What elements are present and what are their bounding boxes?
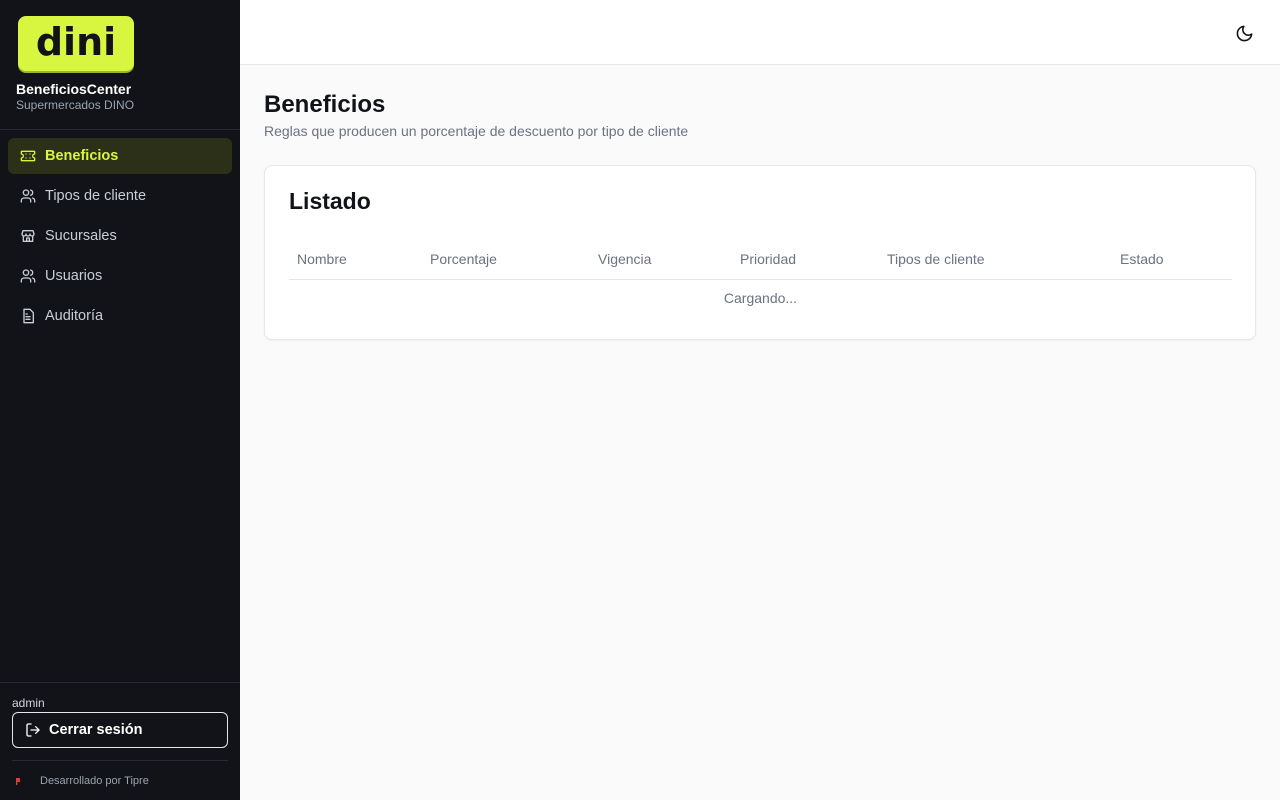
column-header-estado[interactable]: Estado [1112,239,1232,280]
column-header-tipos-de-cliente[interactable]: Tipos de cliente [879,239,1112,280]
sidebar-item-label: Tipos de cliente [45,188,147,204]
users-icon [20,269,36,283]
store-icon [21,230,35,242]
logout-button[interactable]: Cerrar sesión [12,712,228,748]
sidebar-item-label: Usuarios [45,268,103,284]
table-row: Cargando... [289,279,1232,317]
developer-text: Desarrollado por Tipre [40,774,149,787]
developer-credit: Desarrollado por Tipre [12,760,228,800]
table-header-row: Nombre Porcentaje Vigencia Prioridad Tip… [289,239,1232,280]
sidebar: dini BeneficiosCenter Supermercados DINO… [0,0,240,800]
brand-name: BeneficiosCenter [16,81,132,97]
ticket-icon [20,150,36,162]
column-header-prioridad[interactable]: Prioridad [732,239,879,280]
brand: dini BeneficiosCenter Supermercados DINO [0,0,240,130]
main-content: Beneficios Reglas que producen un porcen… [240,65,1280,800]
theme-toggle-button[interactable] [1232,21,1256,45]
benefits-table: Nombre Porcentaje Vigencia Prioridad Tip… [289,239,1232,317]
sidebar-item-label: Auditoría [45,308,104,324]
logout-icon [26,723,40,737]
column-header-porcentaje[interactable]: Porcentaje [422,239,590,280]
logo-text: dini [35,19,117,64]
developer-logo-icon [16,777,20,785]
page-title: Beneficios [264,91,386,118]
moon-icon [1236,25,1252,41]
sidebar-item-sucursales[interactable]: Sucursales [8,218,232,254]
logo: dini [18,16,134,71]
logout-label: Cerrar sesión [49,722,143,738]
username: admin [12,696,45,710]
brand-subtitle: Supermercados DINO [16,98,135,112]
sidebar-item-auditoria[interactable]: Auditoría [8,298,232,334]
document-icon [23,308,34,324]
card-title: Listado [289,188,371,214]
sidebar-nav: Beneficios Tipos de cliente Sucursales U… [0,130,240,346]
listado-card: Listado Nombre Porcentaje Vigencia Prior… [264,165,1256,340]
sidebar-item-label: Sucursales [45,228,117,244]
users-icon [20,189,36,203]
column-header-nombre[interactable]: Nombre [289,239,422,280]
page-subtitle: Reglas que producen un porcentaje de des… [264,123,689,139]
loading-message: Cargando... [723,290,798,307]
sidebar-item-beneficios[interactable]: Beneficios [8,138,232,174]
sidebar-footer: admin Cerrar sesión Desarrollado por Tip… [0,682,240,800]
sidebar-item-label: Beneficios [45,148,119,164]
sidebar-item-tipos-de-cliente[interactable]: Tipos de cliente [8,178,232,214]
column-header-vigencia[interactable]: Vigencia [590,239,732,280]
sidebar-item-usuarios[interactable]: Usuarios [8,258,232,294]
top-bar [240,0,1280,65]
